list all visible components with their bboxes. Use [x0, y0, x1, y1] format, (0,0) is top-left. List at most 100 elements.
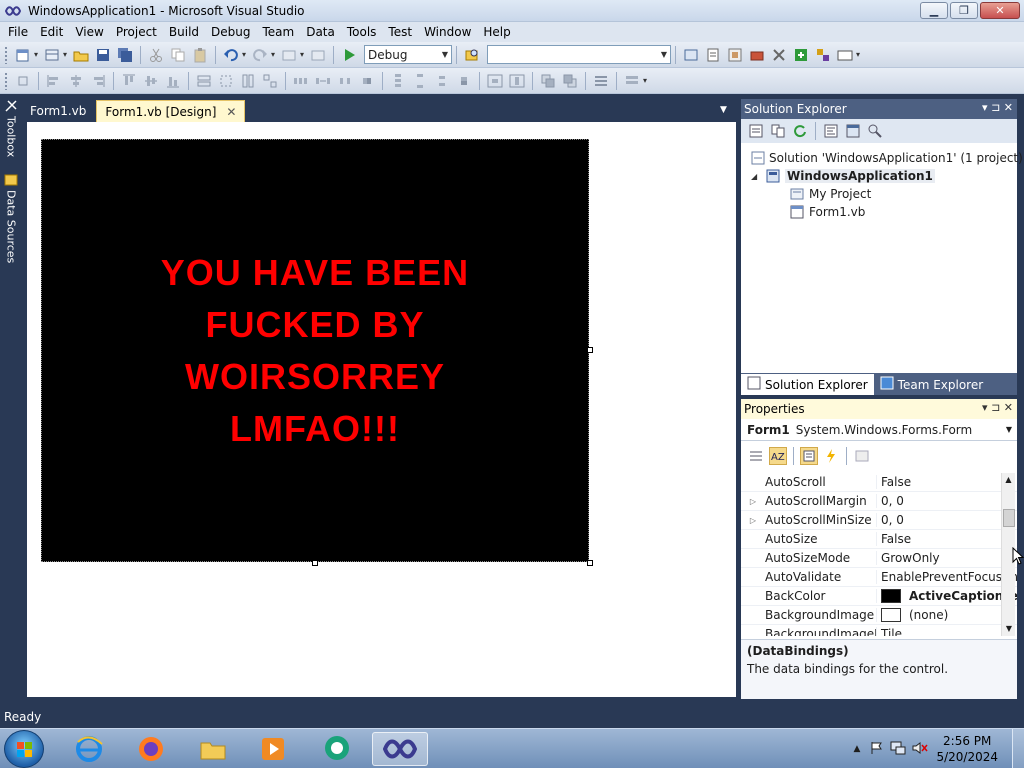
scrollbar-thumb[interactable]	[1003, 509, 1015, 527]
center-horizontally-icon[interactable]	[486, 72, 504, 90]
toolbar-options-icon[interactable]: ▾	[643, 76, 650, 85]
bring-to-front-icon[interactable]	[539, 72, 557, 90]
events-lightning-icon[interactable]	[822, 447, 840, 465]
toolbar-grip[interactable]	[4, 71, 8, 90]
horizontal-spacing-increase-icon[interactable]	[314, 72, 332, 90]
tab-order-icon[interactable]	[592, 72, 610, 90]
alphabetical-icon[interactable]: AZ	[769, 447, 787, 465]
data-sources-tab[interactable]: Data Sources	[2, 173, 20, 263]
align-centers-icon[interactable]	[67, 72, 85, 90]
horizontal-spacing-equal-icon[interactable]	[292, 72, 310, 90]
copy-icon[interactable]	[169, 46, 187, 64]
object-browser-icon[interactable]	[726, 46, 744, 64]
visual-studio-task-icon[interactable]	[372, 732, 428, 766]
new-project-icon[interactable]	[14, 46, 32, 64]
size-to-grid-icon[interactable]	[217, 72, 235, 90]
menu-debug[interactable]: Debug	[205, 22, 256, 42]
vertical-spacing-increase-icon[interactable]	[411, 72, 429, 90]
tab-solution-explorer[interactable]: Solution Explorer	[741, 374, 874, 395]
property-value[interactable]: 0, 0	[876, 494, 1017, 508]
property-value[interactable]: Tile	[876, 627, 1017, 636]
menu-team[interactable]: Team	[256, 22, 300, 42]
property-row[interactable]: AutoSizeMode GrowOnly	[741, 549, 1017, 568]
resize-handle-right[interactable]	[587, 347, 593, 353]
property-value[interactable]: False	[876, 532, 1017, 546]
property-value[interactable]: (none)	[876, 608, 1017, 622]
property-row[interactable]: AutoSize False	[741, 530, 1017, 549]
form-label-text[interactable]: YOU HAVE BEEN FUCKED BY WOIRSORREY LMFAO…	[105, 247, 525, 455]
file-explorer-icon[interactable]	[190, 732, 236, 766]
find-combo[interactable]: ▼	[487, 45, 671, 64]
tab-team-explorer[interactable]: Team Explorer	[874, 374, 990, 395]
align-middles-icon[interactable]	[142, 72, 160, 90]
property-row[interactable]: AutoScroll False	[741, 473, 1017, 492]
restore-button[interactable]: ❐	[950, 2, 978, 19]
collapse-arrow-icon[interactable]: ◢	[751, 172, 765, 181]
property-value[interactable]: 0, 0	[876, 513, 1017, 527]
make-same-size-icon[interactable]	[261, 72, 279, 90]
chevron-down-icon[interactable]: ▼	[1006, 425, 1012, 434]
extension-icon[interactable]	[792, 46, 810, 64]
chevron-down-icon[interactable]: ▼	[658, 46, 670, 63]
align-to-grid-icon[interactable]	[14, 72, 32, 90]
make-same-width-icon[interactable]	[195, 72, 213, 90]
toolbox-tab[interactable]: Toolbox	[2, 99, 20, 157]
close-tab-icon[interactable]: ✕	[226, 105, 236, 119]
cut-icon[interactable]	[147, 46, 165, 64]
property-row[interactable]: BackgroundImageLayout Tile	[741, 625, 1017, 636]
navigate-dropdown-icon[interactable]: ▾	[300, 50, 307, 59]
solution-configuration-combo[interactable]: Debug ▼	[364, 45, 452, 64]
undo-dropdown-icon[interactable]: ▾	[242, 50, 249, 59]
tab-form1-design[interactable]: Form1.vb [Design] ✕	[96, 100, 246, 122]
find-in-files-icon[interactable]	[463, 46, 481, 64]
align-bottoms-icon[interactable]	[164, 72, 182, 90]
document-list-dropdown-icon[interactable]: ▼	[720, 105, 727, 115]
save-all-icon[interactable]	[116, 46, 134, 64]
design-surface[interactable]: YOU HAVE BEEN FUCKED BY WOIRSORREY LMFAO…	[27, 122, 736, 697]
start-button[interactable]	[4, 730, 44, 768]
navigate-backward-icon[interactable]	[280, 46, 298, 64]
command-window-icon[interactable]	[836, 46, 854, 64]
property-pages-icon[interactable]	[853, 447, 871, 465]
tree-item-solution[interactable]: Solution 'WindowsApplication1' (1 projec…	[741, 149, 1023, 167]
property-row[interactable]: ▷ AutoScrollMinSize 0, 0	[741, 511, 1017, 530]
toolbar-options-icon[interactable]: ▾	[856, 50, 863, 59]
open-file-icon[interactable]	[72, 46, 90, 64]
properties-window-icon[interactable]	[704, 46, 722, 64]
property-value[interactable]: ActiveCaptionTex	[876, 589, 1017, 603]
menu-build[interactable]: Build	[163, 22, 205, 42]
close-button[interactable]: ✕	[980, 2, 1020, 19]
menu-test[interactable]: Test	[382, 22, 418, 42]
menu-project[interactable]: Project	[110, 22, 163, 42]
add-item-dropdown-icon[interactable]: ▾	[63, 50, 70, 59]
internet-explorer-icon[interactable]	[66, 732, 112, 766]
show-all-files-icon[interactable]	[769, 122, 787, 140]
show-hidden-icons-icon[interactable]: ▲	[854, 744, 861, 754]
form-canvas[interactable]: YOU HAVE BEEN FUCKED BY WOIRSORREY LMFAO…	[41, 139, 589, 562]
save-icon[interactable]	[94, 46, 112, 64]
show-desktop-button[interactable]	[1012, 729, 1024, 768]
center-vertically-icon[interactable]	[508, 72, 526, 90]
resize-handle-bottom[interactable]	[312, 560, 318, 566]
property-row[interactable]: AutoValidate EnablePreventFocusCh	[741, 568, 1017, 587]
lock-controls-icon[interactable]	[623, 72, 641, 90]
categorized-icon[interactable]	[747, 447, 765, 465]
vertical-spacing-decrease-icon[interactable]	[433, 72, 451, 90]
properties-view-icon[interactable]	[800, 447, 818, 465]
property-row[interactable]: ▷ AutoScrollMargin 0, 0	[741, 492, 1017, 511]
tab-form1-code[interactable]: Form1.vb	[22, 100, 94, 122]
volume-muted-icon[interactable]	[912, 741, 929, 758]
panel-pin-buttons[interactable]: ▾ ⊐ ✕	[982, 401, 1013, 414]
property-value[interactable]: False	[876, 475, 1017, 489]
chat-app-icon[interactable]	[314, 732, 360, 766]
property-value[interactable]: GrowOnly	[876, 551, 1017, 565]
add-item-icon[interactable]	[43, 46, 61, 64]
view-class-diagram-icon[interactable]	[866, 122, 884, 140]
properties-icon[interactable]	[747, 122, 765, 140]
start-debugging-icon[interactable]	[340, 46, 358, 64]
chevron-down-icon[interactable]: ▼	[439, 46, 451, 63]
expand-arrow-icon[interactable]: ▷	[741, 516, 765, 525]
scroll-up-icon[interactable]: ▲	[1002, 473, 1015, 487]
refresh-icon[interactable]	[791, 122, 809, 140]
paste-icon[interactable]	[191, 46, 209, 64]
